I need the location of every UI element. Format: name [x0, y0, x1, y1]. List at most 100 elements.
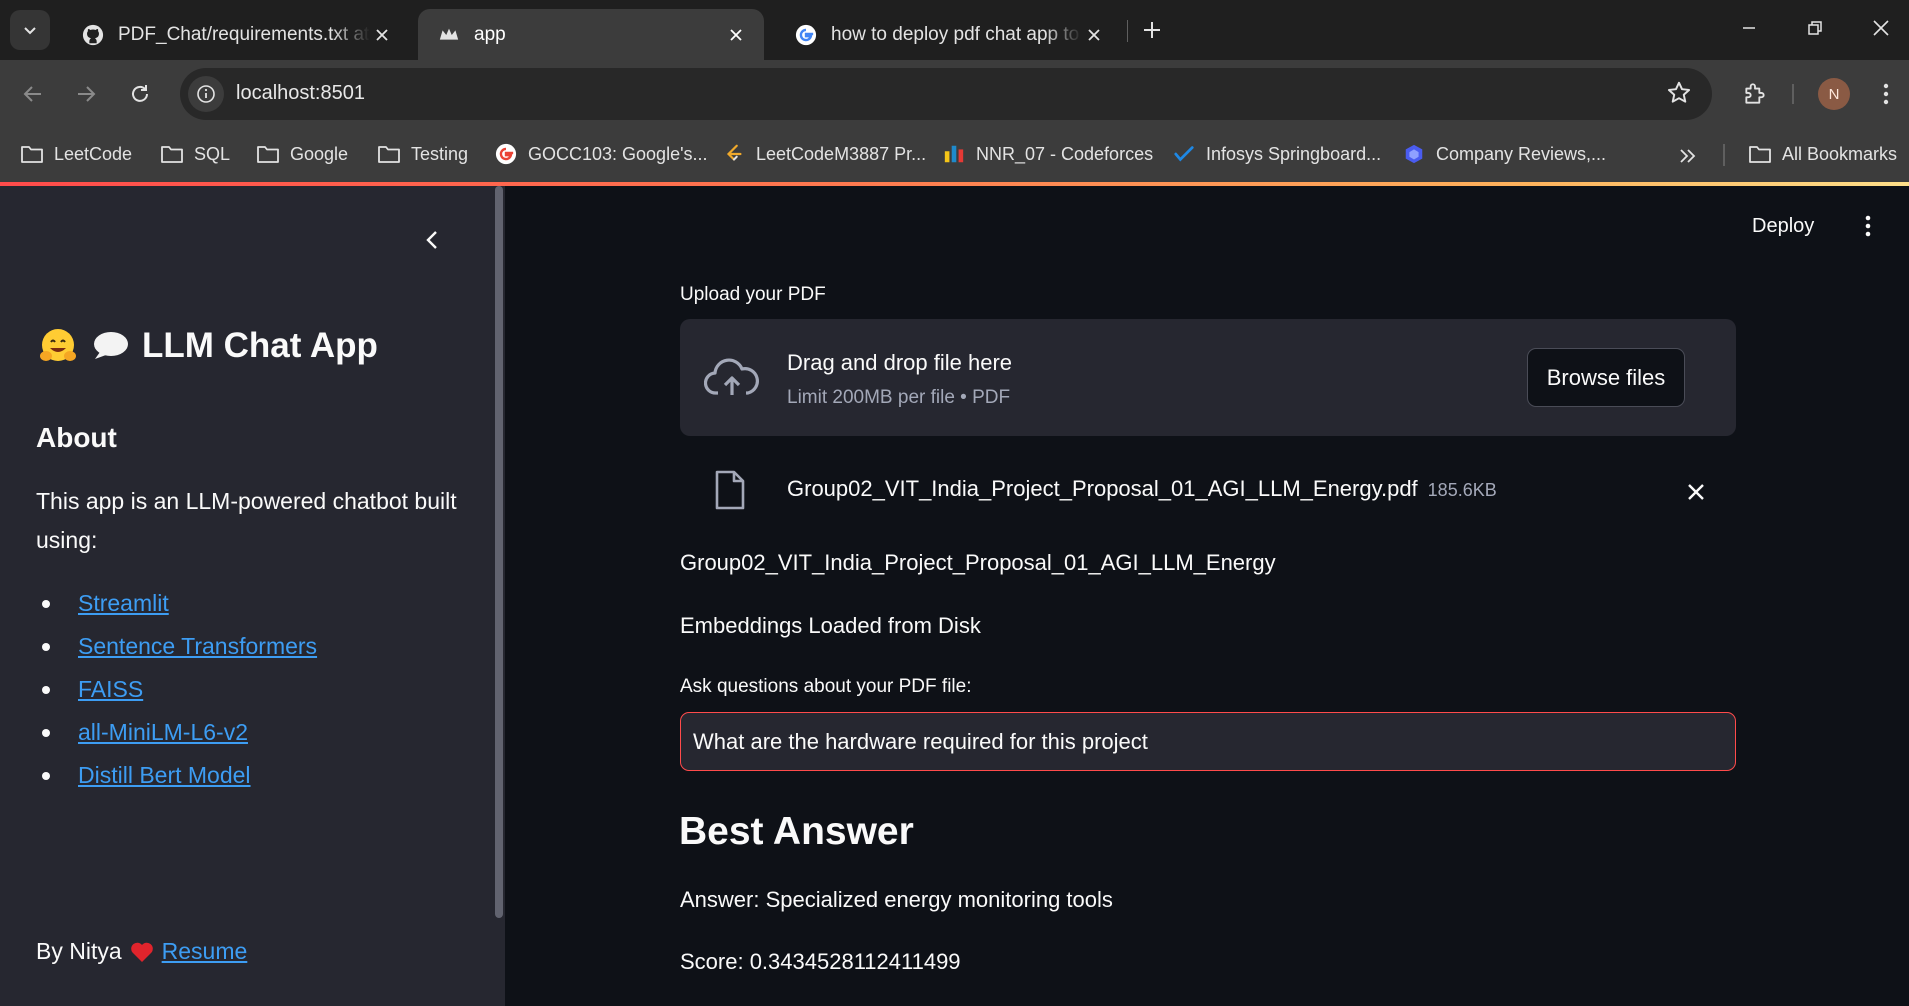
folder-icon — [20, 142, 44, 166]
link-sentence-transformers[interactable]: Sentence Transformers — [78, 633, 317, 660]
file-size: 185.6KB — [1427, 480, 1497, 500]
sidebar-scrollbar[interactable] — [495, 186, 503, 918]
about-text: This app is an LLM-powered chatbot built… — [36, 488, 457, 553]
back-button[interactable] — [13, 74, 53, 114]
close-tab-icon[interactable] — [370, 23, 394, 47]
bookmark-folder-leetcode[interactable]: LeetCode — [20, 138, 132, 170]
arrow-left-icon — [23, 86, 41, 102]
file-dropzone[interactable]: Drag and drop file here Limit 200MB per … — [680, 319, 1736, 436]
embeddings-status: Embeddings Loaded from Disk — [680, 613, 981, 638]
speech-bubble-icon — [90, 326, 130, 366]
bookmark-folder-sql[interactable]: SQL — [160, 138, 230, 170]
folder-icon — [256, 142, 280, 166]
minimize-icon — [1743, 27, 1755, 29]
bookmark-label: All Bookmarks — [1782, 143, 1898, 164]
bookmark-infosys[interactable]: Infosys Springboard... — [1172, 138, 1381, 170]
new-tab-button[interactable] — [1134, 12, 1170, 48]
score-text: Score: 0.3434528112411499 — [680, 949, 961, 974]
folder-icon — [1748, 142, 1772, 166]
bullet — [42, 642, 50, 651]
double-chevron-right-icon — [1680, 149, 1696, 163]
site-info-button[interactable] — [188, 76, 224, 112]
list-item: Distill Bert Model — [36, 754, 317, 797]
codeforces-icon — [942, 142, 966, 166]
bookmark-label: NNR_07 - Codeforces — [976, 143, 1154, 164]
bookmark-label: Testing — [411, 143, 469, 164]
close-tab-icon[interactable] — [1082, 23, 1106, 47]
reload-button[interactable] — [120, 74, 160, 114]
tech-link-list: Streamlit Sentence Transformers FAISS al… — [36, 582, 317, 797]
browse-files-button[interactable]: Browse files — [1527, 348, 1685, 407]
bookmark-label: Google — [290, 143, 349, 164]
bullet — [42, 771, 50, 780]
close-tab-icon[interactable] — [724, 23, 748, 47]
vertical-dots-icon — [1865, 215, 1871, 237]
forward-button[interactable] — [66, 74, 106, 114]
bookmark-label: Company Reviews,... — [1436, 143, 1607, 164]
list-item: Sentence Transformers — [36, 625, 317, 668]
profile-avatar[interactable]: N — [1818, 78, 1850, 110]
file-name: Group02_VIT_India_Project_Proposal_01_AG… — [787, 476, 1497, 502]
reload-icon — [132, 85, 148, 102]
bookmark-label: Infosys Springboard... — [1206, 143, 1382, 164]
arrow-right-icon — [78, 86, 96, 102]
document-name: Group02_VIT_India_Project_Proposal_01_AG… — [680, 550, 1276, 575]
minimize-button[interactable] — [1716, 0, 1782, 56]
bookmark-leetcode[interactable]: LeetCodeM3887 Pr... — [722, 138, 926, 170]
file-icon — [714, 470, 746, 515]
resume-link[interactable]: Resume — [162, 938, 248, 965]
restore-button[interactable] — [1782, 0, 1848, 56]
browser-tab[interactable]: how to deploy pdf chat app to — [775, 9, 1122, 60]
answer-text: Answer: Specialized energy monitoring to… — [680, 887, 1113, 912]
deploy-button[interactable]: Deploy — [1752, 208, 1814, 244]
bookmark-label: LeetCodeM3887 Pr... — [756, 143, 927, 164]
github-icon — [82, 24, 104, 45]
app-menu-button[interactable] — [1848, 206, 1888, 246]
browser-tab[interactable]: PDF_Chat/requirements.txt at m — [62, 9, 410, 60]
bookmark-label: SQL — [194, 143, 231, 164]
sidebar-footer: By Nitya Resume — [36, 938, 247, 965]
chevron-left-icon — [426, 231, 437, 249]
link-faiss[interactable]: FAISS — [78, 676, 143, 703]
bullet — [42, 599, 50, 608]
file-name-text: Group02_VIT_India_Project_Proposal_01_AG… — [787, 476, 1418, 501]
folder-icon — [160, 142, 184, 166]
bookmark-company-reviews[interactable]: Company Reviews,... — [1402, 138, 1606, 170]
browser-tab-active[interactable]: app — [418, 9, 764, 60]
remove-file-button[interactable] — [1682, 478, 1710, 506]
bookmark-star-icon[interactable] — [1666, 80, 1692, 111]
folder-icon — [377, 142, 401, 166]
dropzone-title: Drag and drop file here — [787, 350, 1013, 375]
list-item: all-MiniLM-L6-v2 — [36, 711, 317, 754]
list-item: Streamlit — [36, 582, 317, 625]
cloud-upload-icon — [703, 357, 760, 402]
infosys-icon — [1172, 142, 1196, 166]
link-streamlit[interactable]: Streamlit — [78, 590, 169, 617]
author-text: By Nitya — [36, 938, 122, 964]
close-window-button[interactable] — [1848, 0, 1909, 56]
bookmark-folder-google[interactable]: Google — [256, 138, 348, 170]
main-content: Deploy Upload your PDF Drag and drop fil… — [505, 186, 1909, 1006]
link-distilbert[interactable]: Distill Bert Model — [78, 762, 251, 789]
bookmark-folder-testing[interactable]: Testing — [377, 138, 468, 170]
browser-menu-button[interactable] — [1866, 74, 1906, 114]
tab-search-button[interactable] — [10, 10, 50, 50]
all-bookmarks-button[interactable]: All Bookmarks — [1748, 138, 1897, 170]
bookmarks-overflow-button[interactable] — [1672, 142, 1704, 170]
bookmark-google-gocc[interactable]: GOCC103: Google's... — [494, 138, 708, 170]
bookmark-codeforces[interactable]: NNR_07 - Codeforces — [942, 138, 1153, 170]
sidebar: LLM Chat App About This app is an LLM-po… — [0, 186, 505, 1006]
hugging-face-icon — [38, 326, 78, 366]
link-minilm[interactable]: all-MiniLM-L6-v2 — [78, 719, 248, 746]
sidebar-title-text: LLM Chat App — [142, 326, 378, 365]
address-bar[interactable]: localhost:8501 — [180, 68, 1712, 120]
question-label: Ask questions about your PDF file: — [680, 676, 972, 697]
question-input[interactable] — [680, 712, 1736, 771]
bookmark-label: GOCC103: Google's... — [528, 143, 708, 164]
collapse-sidebar-button[interactable] — [414, 222, 450, 258]
best-answer-heading: Best Answer — [679, 810, 914, 853]
google-icon — [494, 142, 518, 166]
sidebar-title: LLM Chat App — [38, 326, 378, 366]
extensions-button[interactable] — [1735, 74, 1775, 114]
streamlit-crown-icon — [439, 28, 459, 40]
